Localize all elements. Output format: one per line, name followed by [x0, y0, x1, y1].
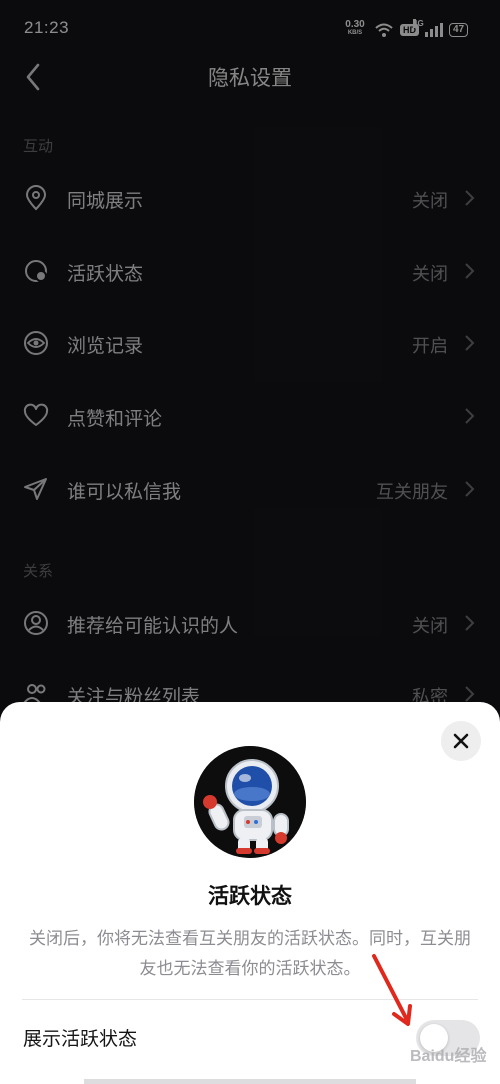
- show-activity-status-label: 展示活跃状态: [23, 1029, 138, 1050]
- privacy-settings-screen: 21:23 0.30 KB/S HD 4G 47 隐私设置 互动 同城展示 关闭…: [0, 0, 500, 1084]
- close-icon[interactable]: [441, 721, 481, 761]
- bottom-strip: [84, 1079, 416, 1084]
- sheet-title: 活跃状态: [208, 885, 292, 908]
- activity-status-sheet: 活跃状态 关闭后，你将无法查看互关朋友的活跃状态。同时，互关朋友也无法查看你的活…: [0, 702, 500, 1084]
- astronaut-avatar: [194, 746, 306, 858]
- annotation-arrow-icon: [372, 954, 412, 1026]
- watermark: Baidu经验: [410, 1048, 487, 1065]
